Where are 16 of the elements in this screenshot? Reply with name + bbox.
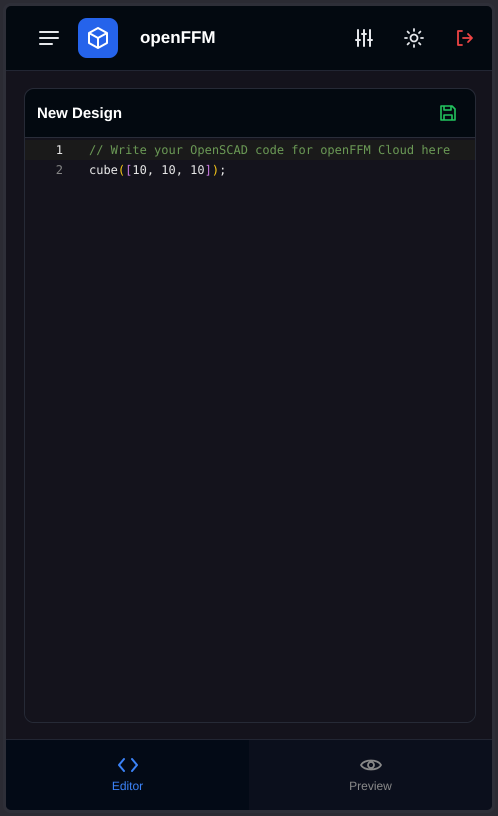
code-line: cube([10, 10, 10]); — [89, 163, 226, 177]
app-title: openFFM — [140, 28, 216, 48]
code-line: // Write your OpenSCAD code for openFFM Cloud here — [89, 143, 450, 157]
code-editor[interactable]: 1 // Write your OpenSCAD code for openFFM Cloud here 2 cube([10, 10, 10]); — [25, 138, 475, 722]
line-number: 2 — [54, 163, 63, 177]
sliders-icon — [354, 28, 374, 48]
nav-tab[interactable]: Editor — [6, 740, 249, 810]
eye-icon — [360, 757, 382, 773]
save-icon — [439, 104, 457, 122]
nav-tab[interactable]: Preview — [249, 740, 492, 810]
line-number: 1 — [54, 143, 63, 157]
logout-icon — [454, 28, 474, 48]
design-title: New Design — [37, 104, 122, 122]
sun-icon — [404, 28, 424, 48]
cube-logo-icon — [78, 18, 118, 58]
code-icon — [116, 757, 138, 773]
